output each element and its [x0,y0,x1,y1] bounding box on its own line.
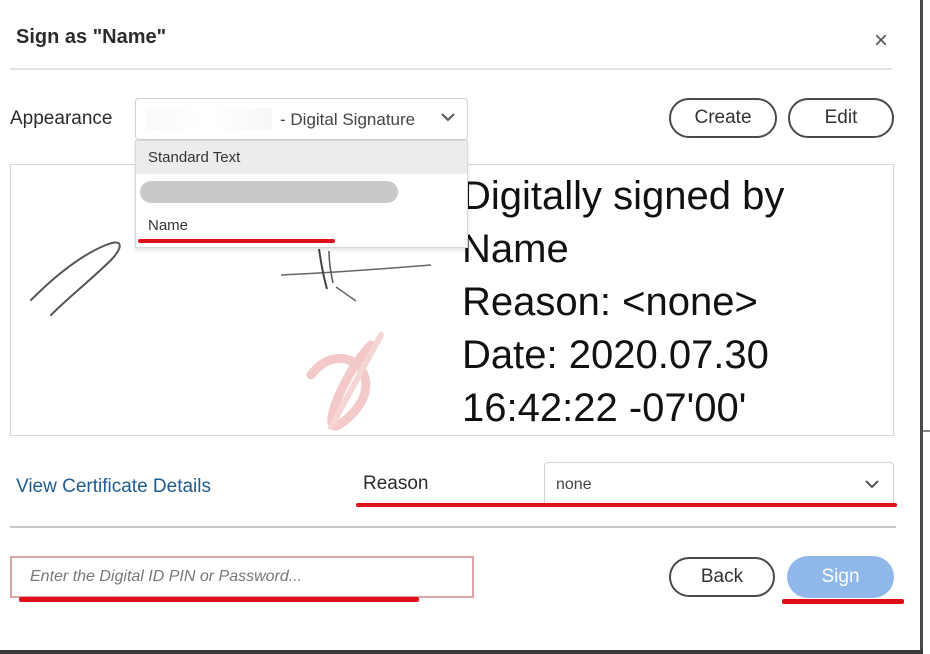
view-certificate-link[interactable]: View Certificate Details [16,476,211,498]
pin-password-input[interactable] [10,556,474,598]
signature-line: Name [462,227,569,271]
window-edge-bottom [0,650,923,654]
menu-item-standard-text[interactable]: Standard Text [136,141,467,174]
appearance-select-value: - Digital Signature [280,110,416,129]
window-edge-right [920,0,923,654]
signature-line: 16:42:22 -07'00' [462,386,747,430]
close-icon[interactable]: × [868,28,894,54]
create-button[interactable]: Create [669,98,777,138]
sign-button[interactable]: Sign [787,556,894,598]
chevron-down-icon[interactable] [440,110,456,126]
edit-button[interactable]: Edit [788,98,894,138]
menu-item-name[interactable]: Name [136,211,467,241]
annotation-underline [356,503,897,507]
signature-details: Digitally signed by Name Reason: <none> … [462,170,784,435]
window-edge-mark [923,430,930,432]
signature-line: Reason: <none> [462,280,758,324]
divider [10,526,896,528]
divider [10,68,892,70]
reason-select[interactable] [544,462,894,506]
signature-line: Date: 2020.07.30 [462,333,769,377]
handwritten-signature [30,241,121,316]
annotation-underline [19,597,419,602]
reason-label: Reason [363,473,429,494]
redacted-menu-item[interactable] [140,181,398,203]
signature-line: Digitally signed by [462,174,785,218]
back-button[interactable]: Back [669,557,775,597]
dialog-title: Sign as "Name" [16,26,167,48]
appearance-label: Appearance [10,108,113,129]
redacted-text [146,108,272,130]
reason-select-value: none [556,476,592,493]
annotation-underline [782,599,904,604]
appearance-dropdown-menu: Standard Text Name [135,140,468,248]
annotation-underline [138,239,335,243]
chevron-down-icon[interactable] [864,477,880,493]
